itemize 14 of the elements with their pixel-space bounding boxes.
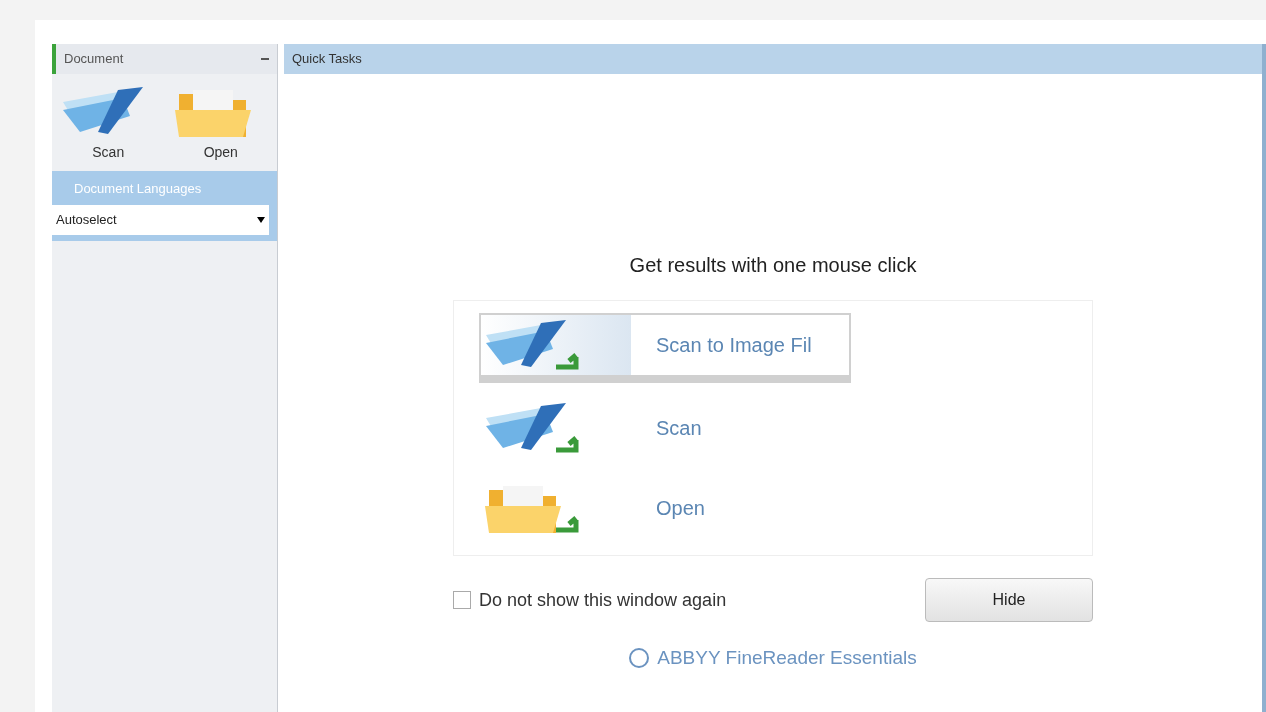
dont-show-checkbox[interactable]: Do not show this window again [453,586,727,614]
task-item[interactable]: Open [479,473,851,543]
sidebar-title: Document [64,50,124,69]
languages-title: Document Languages [73,180,203,198]
task-item[interactable]: Scan to Image Fil [479,313,851,383]
language-dropdown[interactable]: Autoselect [52,204,269,235]
panel-title: Quick Tasks [292,50,362,69]
hide-button[interactable]: Hide [925,578,1093,622]
heading: Get results with one mouse click [629,253,917,278]
info-icon [629,648,650,669]
toolbar-button[interactable]: Open [170,82,271,163]
toolbar-button[interactable]: Scan [58,82,159,163]
dropdown-caret-icon [257,216,265,223]
task-item[interactable]: Scan [479,393,851,463]
